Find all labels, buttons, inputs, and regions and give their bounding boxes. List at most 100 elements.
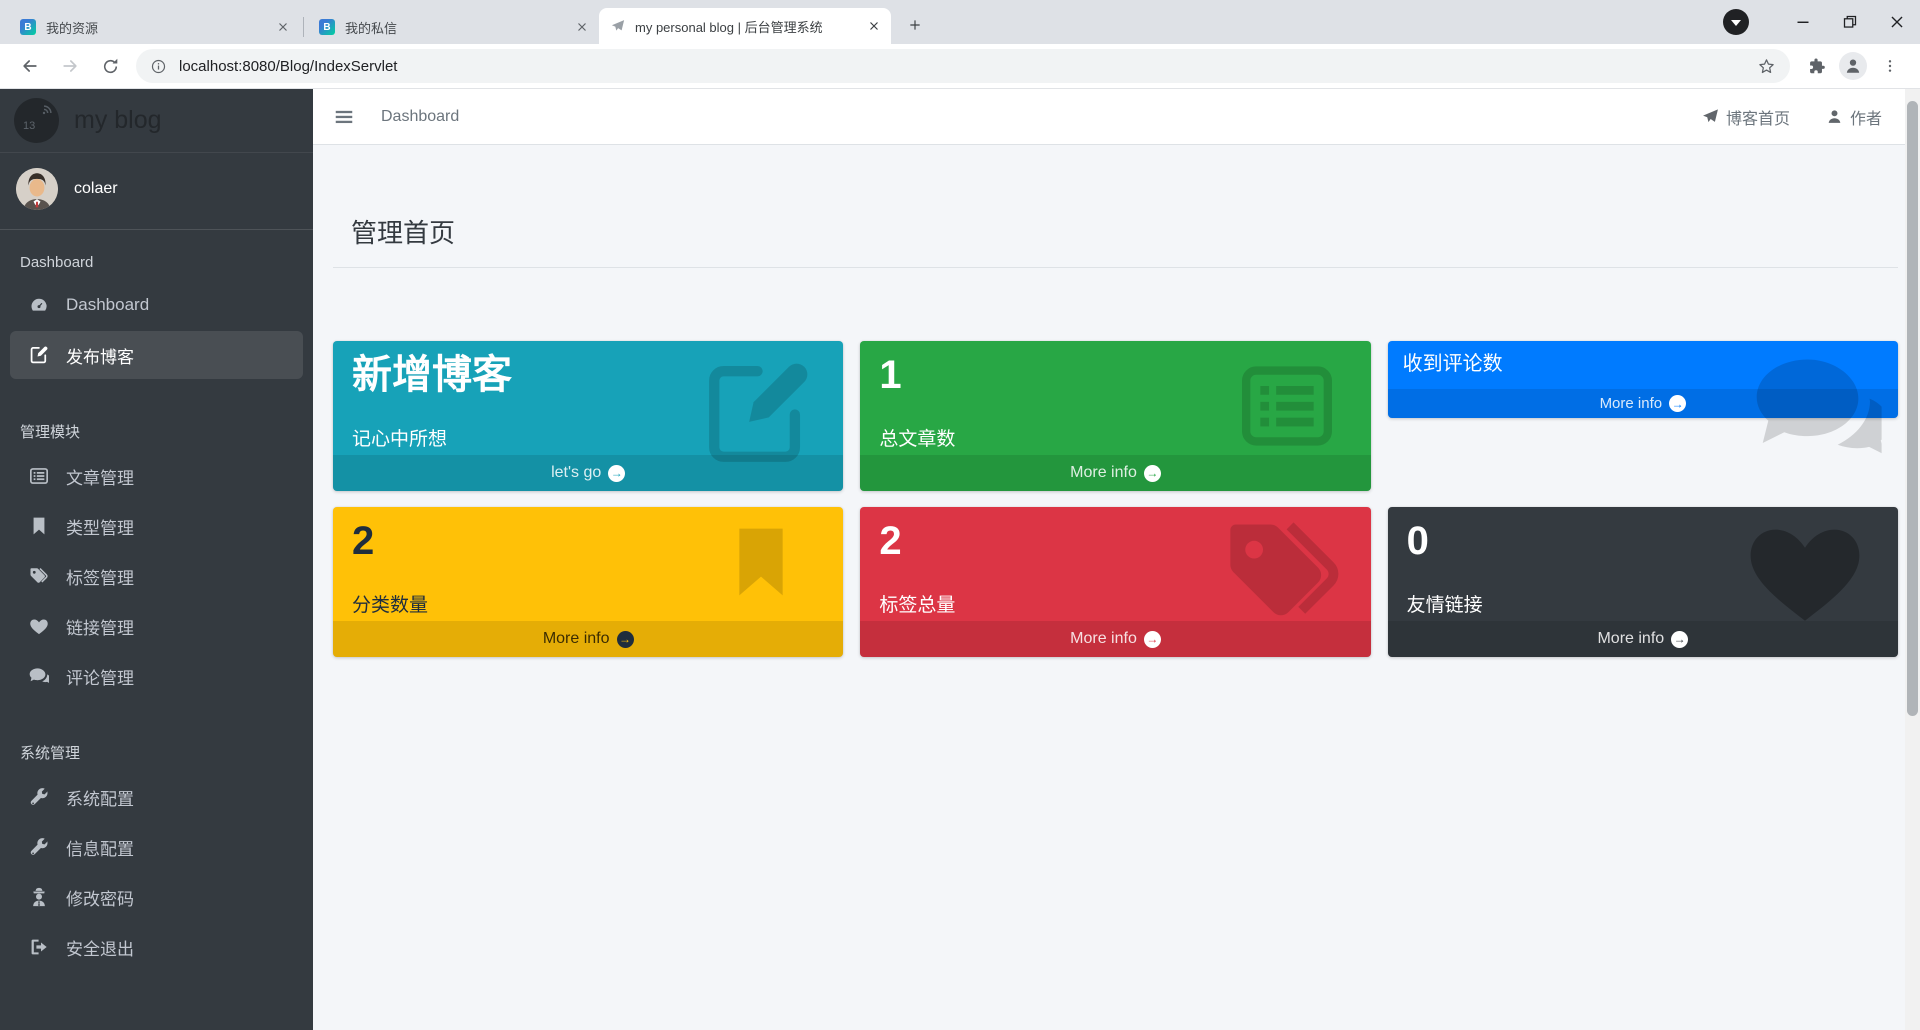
url-text[interactable]: localhost:8080/Blog/IndexServlet	[179, 58, 1757, 75]
wrench-icon	[29, 837, 49, 857]
wrench-icon	[29, 787, 49, 807]
tab-title: my personal blog | 后台管理系统	[635, 19, 823, 35]
sidebar-item-link-manage[interactable]: 链接管理	[10, 602, 303, 650]
tab-title: 我的资源	[46, 20, 99, 36]
close-icon[interactable]	[573, 18, 591, 36]
card-subtitle: 分类数量	[352, 595, 429, 616]
sidebar-item-logout[interactable]: 安全退出	[10, 923, 303, 971]
back-button[interactable]	[13, 49, 47, 83]
navbar-dashboard-link[interactable]: Dashboard	[381, 108, 459, 126]
menu-toggle-icon[interactable]	[333, 106, 355, 128]
user-icon	[1826, 108, 1843, 125]
blog-admin-app: 13 my blog colaer Dashboard Dashboard 发布…	[0, 89, 1920, 1030]
sidebar-item-change-password[interactable]: 修改密码	[10, 873, 303, 921]
stat-card-total-articles: 1 总文章数 More info →	[860, 341, 1371, 491]
window-controls	[1723, 0, 1920, 44]
comments-icon	[29, 666, 49, 686]
arrow-circle-right-icon: →	[1143, 464, 1161, 482]
user-name[interactable]: colaer	[74, 180, 118, 198]
navbar-blog-home-link[interactable]: 博客首页	[1702, 105, 1790, 129]
card-value: 1	[879, 353, 902, 397]
more-info-link[interactable]: More info →	[860, 455, 1371, 491]
browser-tab-strip: B 我的资源 B 我的私信 my personal blog | 后台管理系统	[0, 0, 1920, 44]
minimize-button[interactable]	[1779, 0, 1826, 44]
tachometer-icon	[29, 295, 49, 315]
more-info-link[interactable]: More info →	[1387, 621, 1898, 657]
sidebar-item-comment-manage[interactable]: 评论管理	[10, 652, 303, 700]
browser-update-icon[interactable]	[1723, 9, 1749, 35]
sidebar-nav: Dashboard Dashboard 发布博客 管理模块 文章管理 类型管理	[0, 230, 313, 991]
page-scrollbar[interactable]	[1905, 89, 1920, 1030]
sidebar: 13 my blog colaer Dashboard Dashboard 发布…	[0, 89, 313, 1030]
close-window-button[interactable]	[1873, 0, 1920, 44]
stat-card-friend-links: 0 友情链接 More info →	[1387, 507, 1898, 657]
blog-favicon-icon	[611, 19, 625, 33]
card-value: 2	[352, 519, 375, 563]
heart-icon	[29, 616, 49, 636]
reload-button[interactable]	[93, 49, 127, 83]
content-area: 管理首页 新增博客 记心中所想 let's go → 1 总文章数 More i…	[313, 145, 1920, 1030]
nav-section-system: 系统管理	[20, 745, 81, 762]
stat-card-comments-received: 收到评论数 More info →	[1387, 341, 1898, 418]
user-avatar[interactable]	[16, 168, 58, 210]
tags-icon	[29, 566, 49, 586]
navbar-right: 博客首页 作者	[1702, 105, 1882, 129]
new-tab-button[interactable]	[901, 11, 929, 39]
blog-logo-icon: 13	[14, 98, 59, 143]
sidebar-item-info-config[interactable]: 信息配置	[10, 823, 303, 871]
list-icon	[29, 466, 49, 486]
stat-boxes: 新增博客 记心中所想 let's go → 1 总文章数 More info →…	[333, 341, 1898, 657]
sidebar-item-type-manage[interactable]: 类型管理	[10, 502, 303, 550]
close-icon[interactable]	[274, 18, 292, 36]
arrow-circle-right-icon: →	[1143, 630, 1161, 648]
top-navbar: Dashboard 博客首页 作者	[313, 89, 1920, 145]
arrow-circle-right-icon: →	[1669, 395, 1687, 412]
sidebar-item-publish-blog[interactable]: 发布博客	[10, 331, 303, 379]
lets-go-link[interactable]: let's go →	[333, 455, 844, 491]
card-subtitle: 标签总量	[879, 595, 956, 616]
sidebar-item-tag-manage[interactable]: 标签管理	[10, 552, 303, 600]
card-subtitle: 记心中所想	[352, 429, 448, 450]
sidebar-item-dashboard[interactable]: Dashboard	[10, 281, 303, 329]
stat-card-categories: 2 分类数量 More info →	[333, 507, 844, 657]
close-icon[interactable]	[865, 17, 883, 35]
site-favicon-icon: B	[319, 19, 335, 35]
nav-section-manage: 管理模块	[20, 424, 81, 441]
scrollbar-thumb[interactable]	[1907, 101, 1918, 716]
tab-my-messages[interactable]: B 我的私信	[307, 10, 599, 44]
tab-title: 我的私信	[345, 20, 398, 36]
card-subtitle: 总文章数	[879, 429, 956, 450]
extensions-icon[interactable]	[1799, 49, 1833, 83]
browser-toolbar: localhost:8080/Blog/IndexServlet	[0, 44, 1920, 89]
forward-button[interactable]	[53, 49, 87, 83]
edit-icon	[29, 345, 49, 365]
site-favicon-icon: B	[20, 19, 36, 35]
browser-window: B 我的资源 B 我的私信 my personal blog | 后台管理系统	[0, 0, 1920, 1030]
more-info-link[interactable]: More info →	[860, 621, 1371, 657]
tab-separator	[303, 17, 304, 37]
user-secret-icon	[29, 887, 49, 907]
card-title: 收到评论数	[1402, 353, 1503, 375]
stat-card-tags: 2 标签总量 More info →	[860, 507, 1371, 657]
profile-avatar[interactable]	[1839, 52, 1867, 80]
arrow-circle-right-icon: →	[608, 464, 626, 482]
tab-blog-admin-active[interactable]: my personal blog | 后台管理系统	[599, 8, 891, 44]
tab-my-resources[interactable]: B 我的资源	[8, 10, 300, 44]
sign-out-icon	[29, 937, 49, 957]
main-area: Dashboard 博客首页 作者 管理首页 新增博客 记心中所想 let's …	[313, 89, 1920, 1030]
more-info-link[interactable]: More info →	[333, 621, 844, 657]
card-title: 新增博客	[352, 353, 512, 397]
stat-card-new-blog: 新增博客 记心中所想 let's go →	[333, 341, 844, 491]
page-info-icon[interactable]	[150, 58, 167, 75]
sidebar-item-article-manage[interactable]: 文章管理	[10, 452, 303, 500]
arrow-circle-right-icon: →	[1671, 630, 1689, 648]
browser-menu-icon[interactable]	[1873, 49, 1907, 83]
sidebar-item-system-config[interactable]: 系统配置	[10, 773, 303, 821]
navbar-author-link[interactable]: 作者	[1826, 105, 1882, 129]
more-info-link[interactable]: More info →	[1387, 389, 1898, 418]
brand[interactable]: 13 my blog	[0, 89, 313, 153]
address-bar[interactable]: localhost:8080/Blog/IndexServlet	[136, 49, 1790, 83]
restore-button[interactable]	[1826, 0, 1873, 44]
bookmark-star-icon[interactable]	[1757, 57, 1776, 76]
arrow-circle-right-icon: →	[616, 630, 634, 648]
